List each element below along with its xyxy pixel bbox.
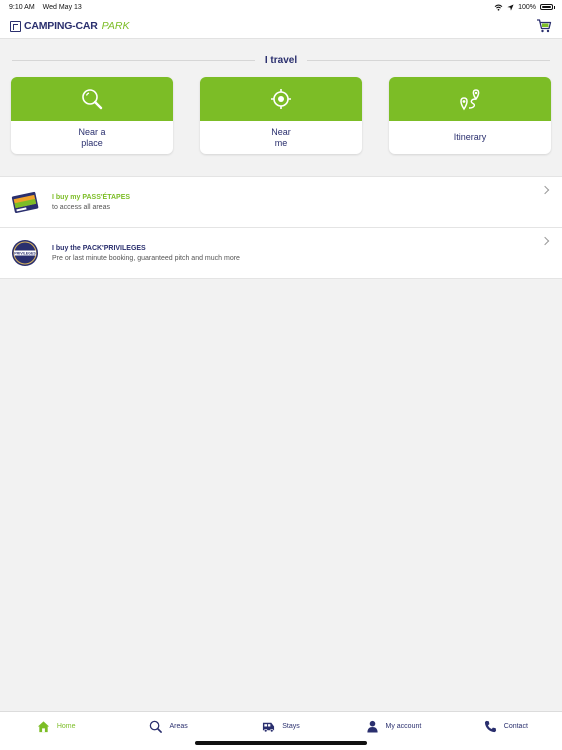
promo-subtitle: Pre or last minute booking, guaranteed p… [52, 254, 240, 262]
near-place-card[interactable]: Near a place [11, 77, 173, 154]
battery-icon [540, 4, 555, 10]
promo-title-accent: PACK'PRIVILEGES [82, 244, 146, 252]
status-time: 9:10 AM [9, 3, 35, 11]
card-icon-area [389, 77, 551, 121]
tab-label: Home [56, 722, 76, 730]
divider-left [12, 60, 255, 61]
chevron-right-icon [540, 185, 550, 195]
tab-my-account[interactable]: My account [337, 712, 449, 740]
privileges-badge-text: PRIVILEGES [14, 251, 36, 255]
divider-right [307, 60, 550, 61]
chevron-right-icon [540, 236, 550, 246]
card-label: Near me [271, 126, 291, 148]
pack-privileges-row[interactable]: PRIVILEGES I buy the PACK'PRIVILEGES Pre… [0, 228, 562, 279]
section-title: I travel [0, 52, 562, 68]
tab-contact[interactable]: Contact [450, 712, 562, 740]
promo-title-accent: PASS'ÉTAPES [82, 193, 131, 201]
user-icon [366, 720, 378, 733]
card-label: Itinerary [453, 132, 487, 142]
tab-home[interactable]: Home [0, 712, 112, 740]
home-icon [37, 720, 49, 732]
promo-text: I buy my PASS'ÉTAPES to access all areas [52, 194, 130, 211]
app-header: CAMPING-CAR PARK [0, 14, 562, 39]
card-icon-area [200, 77, 362, 121]
app-logo[interactable]: CAMPING-CAR PARK [10, 20, 129, 32]
card-label: Near a place [78, 126, 106, 148]
section-title-text: I travel [258, 54, 304, 66]
phone-icon [484, 720, 496, 732]
promo-title: I buy my PASS'ÉTAPES [52, 194, 130, 201]
tab-label: My account [385, 722, 422, 730]
logo-accent-text: PARK [101, 20, 130, 32]
battery-percent: 100% [518, 3, 536, 11]
camper-icon [263, 722, 275, 732]
itinerary-card[interactable]: Itinerary [389, 77, 551, 154]
promo-title-prefix: I buy my [52, 193, 83, 201]
cart-icon[interactable] [536, 18, 552, 34]
promo-subtitle: to access all areas [52, 203, 110, 211]
near-me-card[interactable]: Near me [200, 77, 362, 154]
logo-main-text: CAMPING-CAR [24, 20, 98, 32]
promo-title-prefix: I buy the [52, 244, 83, 252]
status-right: 100% [494, 3, 555, 11]
tab-stays[interactable]: Stays [225, 712, 337, 740]
promo-list: I buy my PASS'ÉTAPES to access all areas… [0, 176, 562, 279]
search-icon [82, 89, 103, 110]
card-icon-area [11, 77, 173, 121]
tab-label: Areas [169, 722, 188, 730]
promo-title: I buy the PACK'PRIVILEGES [52, 245, 240, 252]
tab-label: Stays [282, 722, 300, 730]
search-icon [150, 720, 163, 733]
status-left: 9:10 AM Wed May 13 [9, 4, 88, 11]
pass-etapes-card-image [11, 191, 39, 214]
location-arrow-icon [507, 3, 514, 11]
pass-etapes-row[interactable]: I buy my PASS'ÉTAPES to access all areas [0, 177, 562, 228]
home-indicator[interactable] [195, 741, 367, 745]
route-icon [460, 89, 480, 111]
tab-areas[interactable]: Areas [112, 712, 224, 740]
logo-mark-icon [10, 20, 21, 32]
status-bar: 9:10 AM Wed May 13 100% [0, 0, 562, 14]
promo-text: I buy the PACK'PRIVILEGES Pre or last mi… [52, 245, 240, 262]
tab-label: Contact [503, 722, 528, 730]
privileges-badge-image: PRIVILEGES [12, 240, 38, 266]
wifi-icon [494, 4, 503, 11]
status-date: Wed May 13 [42, 3, 82, 11]
crosshair-icon [271, 89, 291, 109]
